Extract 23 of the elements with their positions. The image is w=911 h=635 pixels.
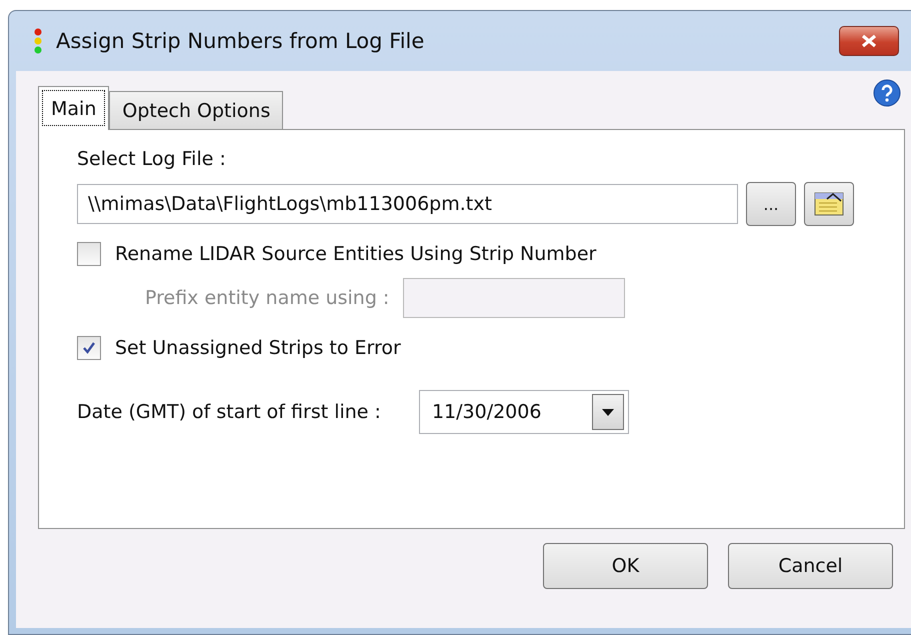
checkbox[interactable] <box>77 242 101 266</box>
checkbox[interactable] <box>77 336 101 360</box>
check-icon <box>82 341 96 355</box>
file-icon <box>813 190 845 218</box>
dialog-button[interactable]: OK <box>543 543 708 589</box>
close-icon <box>860 34 878 48</box>
tab[interactable]: Main <box>38 86 110 130</box>
help-icon[interactable] <box>873 79 901 107</box>
close-button[interactable] <box>839 26 899 56</box>
open-file-button[interactable] <box>804 182 854 226</box>
caret-icon <box>602 408 614 416</box>
log-file-field[interactable]: \\mimas\Data\FlightLogs\mb113006pm.txt <box>77 184 738 224</box>
browse-button[interactable]: ... <box>746 182 796 226</box>
checkbox-label: Set Unassigned Strips to Error <box>115 337 401 359</box>
traffic-light-icon <box>34 28 42 54</box>
dialog-button[interactable]: Cancel <box>728 543 893 589</box>
date-picker[interactable]: 11/30/2006 <box>418 390 629 434</box>
checkbox-label: Rename LIDAR Source Entities Using Strip Number <box>115 243 596 265</box>
prefix-label: Prefix entity name using : <box>145 287 390 309</box>
field-label: Select Log File : <box>77 148 227 170</box>
date-label: Date (GMT) of start of first line : <box>77 401 381 423</box>
window-title: Assign Strip Numbers from Log File <box>56 29 424 53</box>
tab[interactable]: Optech Options <box>109 91 284 129</box>
